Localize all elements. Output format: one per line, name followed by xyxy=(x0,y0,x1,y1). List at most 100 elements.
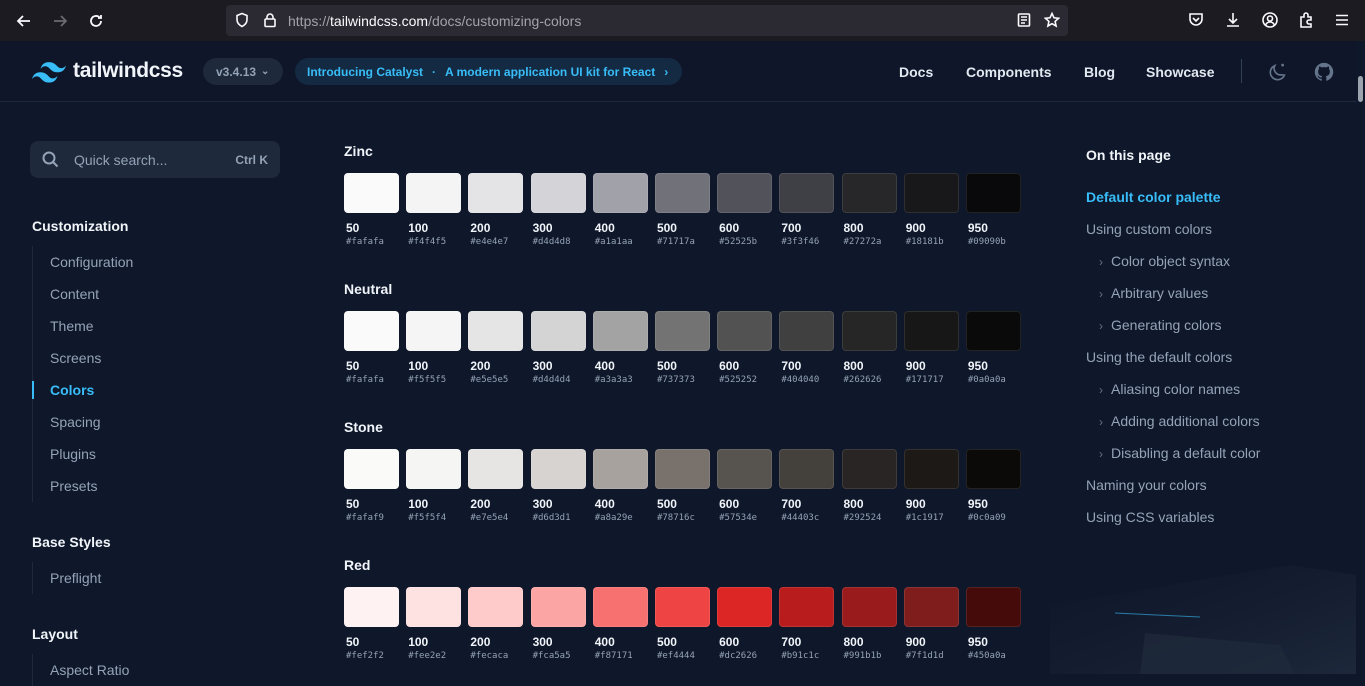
toc-item[interactable]: › Arbitrary values xyxy=(1099,285,1208,301)
sidebar-item-aspect-ratio[interactable]: Aspect Ratio xyxy=(33,654,129,686)
color-swatch[interactable]: 600 #dc2626 xyxy=(717,587,773,661)
swatch-color-box[interactable] xyxy=(717,587,773,627)
swatch-color-box[interactable] xyxy=(779,311,835,351)
swatch-color-box[interactable] xyxy=(841,587,897,627)
color-swatch[interactable]: 900 #18181b xyxy=(903,173,959,247)
color-swatch[interactable]: 800 #27272a xyxy=(841,173,897,247)
swatch-hex[interactable]: #0c0a09 xyxy=(968,513,1021,523)
swatch-color-box[interactable] xyxy=(654,449,710,489)
swatch-hex[interactable]: #171717 xyxy=(906,375,959,385)
toc-item[interactable]: Using CSS variables xyxy=(1086,509,1214,525)
color-swatch[interactable]: 200 #e4e4e7 xyxy=(468,173,524,247)
toc-item[interactable]: › Disabling a default color xyxy=(1099,445,1260,461)
reader-view-icon[interactable] xyxy=(1016,12,1032,28)
color-swatch[interactable]: 500 #78716c xyxy=(654,449,710,523)
swatch-color-box[interactable] xyxy=(779,449,835,489)
toc-item[interactable]: › Aliasing color names xyxy=(1099,381,1240,397)
color-swatch[interactable]: 300 #d4d4d8 xyxy=(530,173,586,247)
swatch-color-box[interactable] xyxy=(717,311,773,351)
swatch-color-box[interactable] xyxy=(344,587,399,627)
swatch-color-box[interactable] xyxy=(965,587,1021,627)
swatch-hex[interactable]: #f5f5f5 xyxy=(408,375,461,385)
swatch-color-box[interactable] xyxy=(468,173,524,213)
color-swatch[interactable]: 100 #f5f5f5 xyxy=(406,311,462,385)
color-swatch[interactable]: 950 #450a0a xyxy=(965,587,1021,661)
color-swatch[interactable]: 50 #fafaf9 xyxy=(344,449,399,523)
color-swatch[interactable]: 300 #fca5a5 xyxy=(530,587,586,661)
color-swatch[interactable]: 300 #d4d4d4 xyxy=(530,311,586,385)
swatch-hex[interactable]: #525252 xyxy=(719,375,772,385)
color-swatch[interactable]: 100 #fee2e2 xyxy=(406,587,462,661)
swatch-color-box[interactable] xyxy=(530,587,586,627)
swatch-hex[interactable]: #a3a3a3 xyxy=(595,375,648,385)
lock-icon[interactable] xyxy=(262,12,278,28)
catalyst-promo-link[interactable]: Introducing Catalyst · A modern applicat… xyxy=(295,58,682,85)
swatch-color-box[interactable] xyxy=(841,449,897,489)
swatch-hex[interactable]: #e4e4e7 xyxy=(470,237,523,247)
color-swatch[interactable]: 200 #e7e5e4 xyxy=(468,449,524,523)
color-swatch[interactable]: 700 #b91c1c xyxy=(779,587,835,661)
swatch-color-box[interactable] xyxy=(965,311,1021,351)
extensions-icon[interactable] xyxy=(1297,11,1315,29)
swatch-hex[interactable]: #57534e xyxy=(719,513,772,523)
swatch-hex[interactable]: #e5e5e5 xyxy=(470,375,523,385)
color-swatch[interactable]: 300 #d6d3d1 xyxy=(530,449,586,523)
color-swatch[interactable]: 50 #fef2f2 xyxy=(344,587,399,661)
swatch-color-box[interactable] xyxy=(841,173,897,213)
color-swatch[interactable]: 950 #0a0a0a xyxy=(965,311,1021,385)
swatch-hex[interactable]: #991b1b xyxy=(844,651,897,661)
color-swatch[interactable]: 600 #52525b xyxy=(717,173,773,247)
color-swatch[interactable]: 900 #7f1d1d xyxy=(903,587,959,661)
sidebar-item-plugins[interactable]: Plugins xyxy=(33,438,133,470)
swatch-color-box[interactable] xyxy=(530,311,586,351)
swatch-hex[interactable]: #71717a xyxy=(657,237,710,247)
color-swatch[interactable]: 900 #171717 xyxy=(903,311,959,385)
swatch-color-box[interactable] xyxy=(406,173,462,213)
menu-icon[interactable] xyxy=(1333,11,1351,29)
color-swatch[interactable]: 950 #0c0a09 xyxy=(965,449,1021,523)
swatch-color-box[interactable] xyxy=(717,449,773,489)
swatch-color-box[interactable] xyxy=(592,311,648,351)
color-swatch[interactable]: 200 #fecaca xyxy=(468,587,524,661)
swatch-color-box[interactable] xyxy=(592,587,648,627)
swatch-color-box[interactable] xyxy=(654,311,710,351)
color-swatch[interactable]: 500 #ef4444 xyxy=(654,587,710,661)
reload-button[interactable] xyxy=(83,8,109,34)
swatch-hex[interactable]: #27272a xyxy=(844,237,897,247)
swatch-color-box[interactable] xyxy=(530,449,586,489)
swatch-hex[interactable]: #d4d4d4 xyxy=(533,375,586,385)
swatch-color-box[interactable] xyxy=(717,173,773,213)
swatch-color-box[interactable] xyxy=(592,173,648,213)
nav-docs[interactable]: Docs xyxy=(899,64,933,80)
swatch-color-box[interactable] xyxy=(903,311,959,351)
color-swatch[interactable]: 50 #fafafa xyxy=(344,311,399,385)
swatch-color-box[interactable] xyxy=(406,587,462,627)
swatch-color-box[interactable] xyxy=(654,587,710,627)
sidebar-item-presets[interactable]: Presets xyxy=(33,470,133,502)
swatch-color-box[interactable] xyxy=(903,173,959,213)
swatch-color-box[interactable] xyxy=(406,449,462,489)
swatch-hex[interactable]: #a8a29e xyxy=(595,513,648,523)
swatch-hex[interactable]: #f87171 xyxy=(595,651,648,661)
swatch-hex[interactable]: #737373 xyxy=(657,375,710,385)
swatch-hex[interactable]: #fafaf9 xyxy=(346,513,399,523)
nav-showcase[interactable]: Showcase xyxy=(1146,64,1214,80)
scrollbar-thumb[interactable] xyxy=(1358,76,1363,102)
swatch-color-box[interactable] xyxy=(406,311,462,351)
swatch-color-box[interactable] xyxy=(965,173,1021,213)
color-swatch[interactable]: 800 #991b1b xyxy=(841,587,897,661)
swatch-color-box[interactable] xyxy=(779,587,835,627)
swatch-color-box[interactable] xyxy=(903,449,959,489)
color-swatch[interactable]: 900 #1c1917 xyxy=(903,449,959,523)
color-swatch[interactable]: 100 #f5f5f4 xyxy=(406,449,462,523)
theme-toggle-moon-icon[interactable] xyxy=(1267,61,1289,83)
color-swatch[interactable]: 700 #404040 xyxy=(779,311,835,385)
swatch-hex[interactable]: #7f1d1d xyxy=(906,651,959,661)
toc-item[interactable]: › Generating colors xyxy=(1099,317,1222,333)
swatch-color-box[interactable] xyxy=(965,449,1021,489)
color-swatch[interactable]: 400 #f87171 xyxy=(592,587,648,661)
forward-button[interactable] xyxy=(47,8,73,34)
swatch-hex[interactable]: #78716c xyxy=(657,513,710,523)
swatch-hex[interactable]: #e7e5e4 xyxy=(470,513,523,523)
swatch-hex[interactable]: #0a0a0a xyxy=(968,375,1021,385)
